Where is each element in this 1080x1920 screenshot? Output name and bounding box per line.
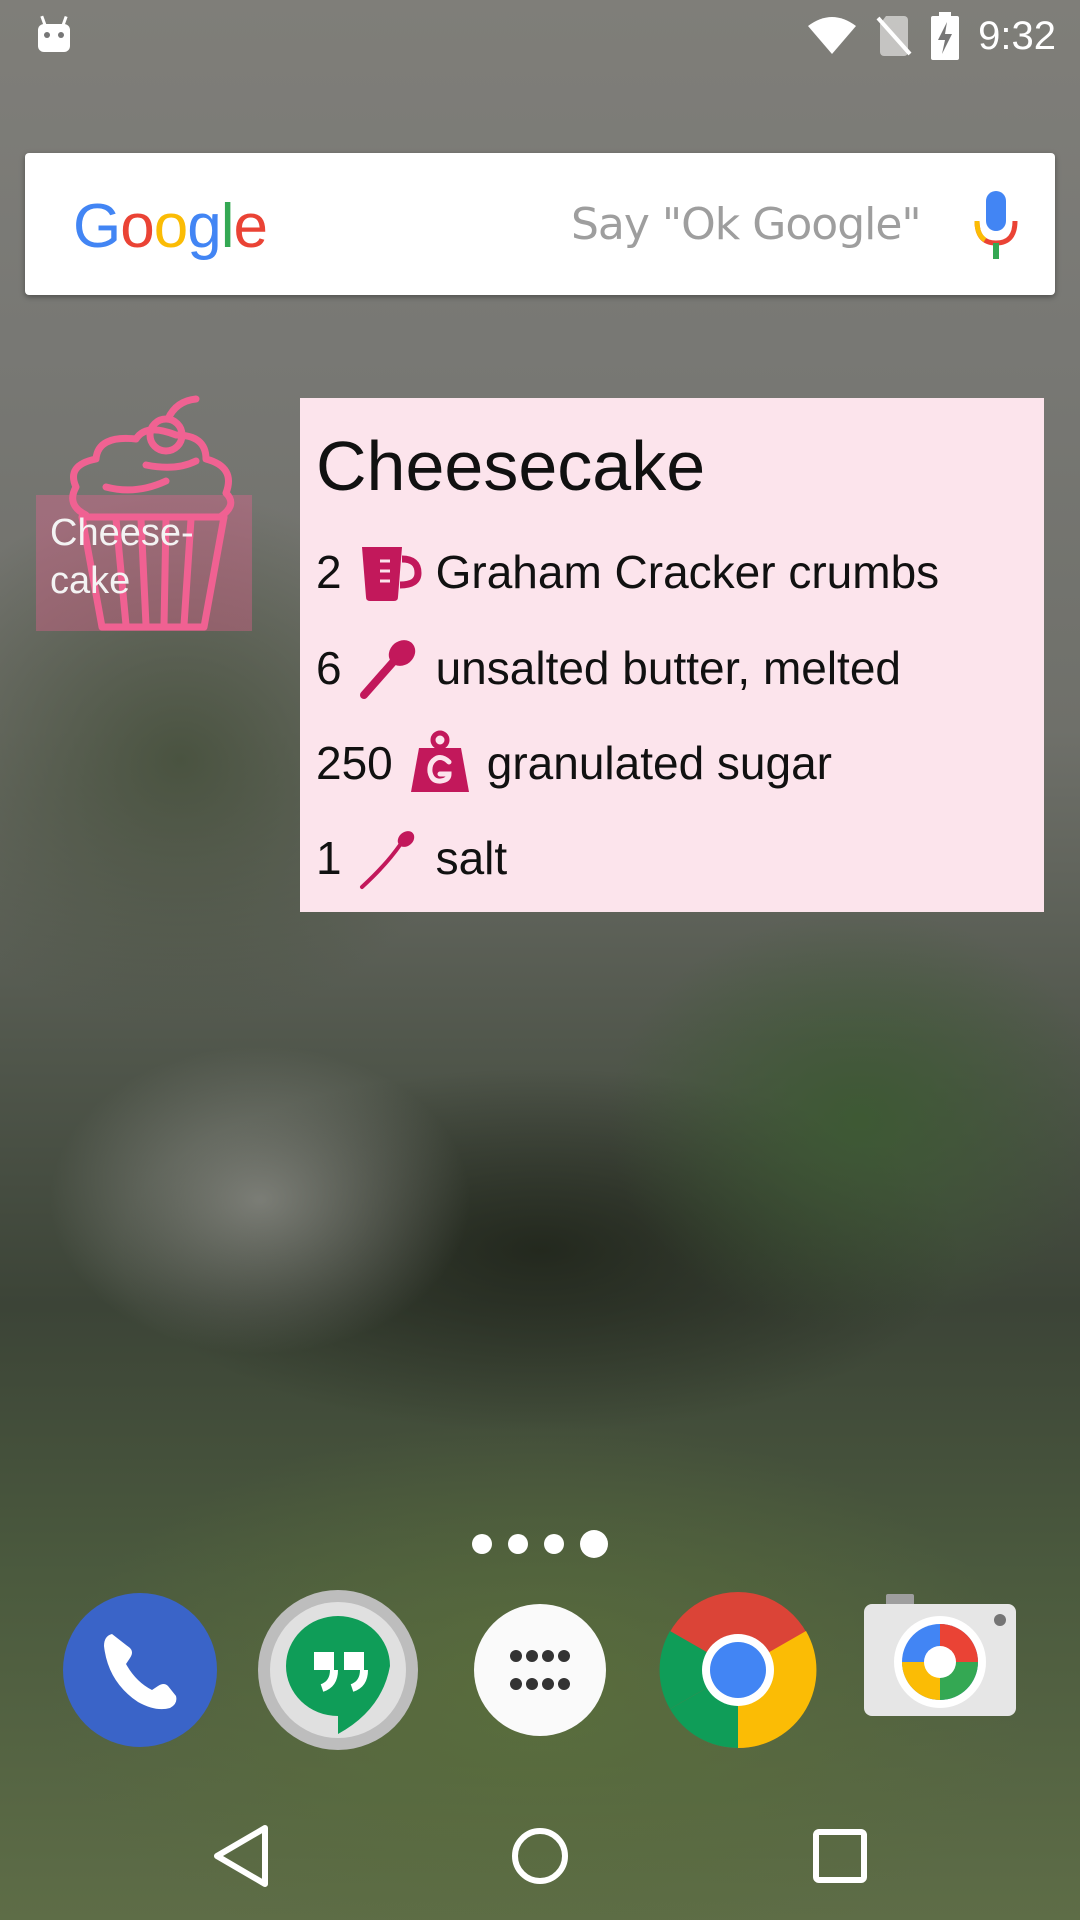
ingredient-qty: 250 [316,737,393,789]
recents-icon[interactable] [800,1816,880,1896]
google-search-bar[interactable]: Google Say "Ok Google" [25,153,1055,295]
phone-icon[interactable] [60,1590,220,1750]
google-logo: Google [73,191,268,262]
ingredient-row: 1 salt [316,818,507,898]
google-logo-letter: G [73,192,121,261]
shortcut-label-line: cake [50,560,131,602]
ingredient-name: unsalted butter, melted [435,642,902,694]
gram-weight-icon [410,730,469,792]
ingredient-qty: 6 [316,642,342,694]
status-time: 9:32 [978,13,1056,58]
recipe-widget[interactable]: Cheesecake 2 Graham Cracker crumbs 6 uns… [300,398,1044,912]
tablespoon-icon [359,640,415,699]
wifi-icon [808,17,857,54]
ingredient-row: 2 Graham Cracker crumbs [316,532,939,612]
ingredient-name: Graham Cracker crumbs [435,546,940,598]
shortcut-label: Cheese- cake [36,495,252,631]
ingredient-row: 250 granulated sugar [316,723,832,803]
page-dot[interactable] [472,1534,492,1554]
ingredient-qty: 2 [316,546,342,598]
teaspoon-icon [359,831,414,889]
page-dot[interactable] [508,1534,528,1554]
page-indicator [0,1524,1080,1564]
home-icon[interactable] [500,1816,580,1896]
ingredient-qty: 1 [316,832,342,884]
chrome-icon[interactable] [658,1590,818,1750]
camera-icon[interactable] [860,1590,1020,1750]
google-logo-letter: e [233,192,267,261]
cup-icon [361,547,422,601]
back-icon[interactable] [201,1816,281,1896]
android-debug-icon [38,15,70,52]
page-dot[interactable] [544,1534,564,1554]
cheesecake-shortcut[interactable]: Cheese- cake [36,395,252,635]
hangouts-icon[interactable] [258,1590,418,1750]
google-logo-letter: o [153,192,188,261]
mic-icon[interactable] [971,191,1021,263]
ingredient-row: 6 unsalted butter, melted [316,628,901,708]
recipe-title: Cheesecake [316,427,706,505]
nav-bar [0,1788,1080,1920]
google-logo-letter: o [120,192,154,261]
no-sim-icon [876,16,912,56]
google-logo-letter: l [220,192,235,261]
status-bar: 9:32 [0,0,1080,72]
page-dot-active[interactable] [580,1530,608,1558]
ingredient-name: granulated sugar [486,737,832,789]
google-logo-letter: g [187,192,221,261]
ingredient-name: salt [435,832,508,884]
search-hint: Say "Ok Google" [571,199,922,250]
battery-charging-icon [931,12,960,60]
app-drawer-icon[interactable] [460,1590,620,1750]
dock [0,1580,1080,1760]
shortcut-label-line: Cheese- [50,512,194,554]
status-icons: 9:32 [806,8,1056,64]
